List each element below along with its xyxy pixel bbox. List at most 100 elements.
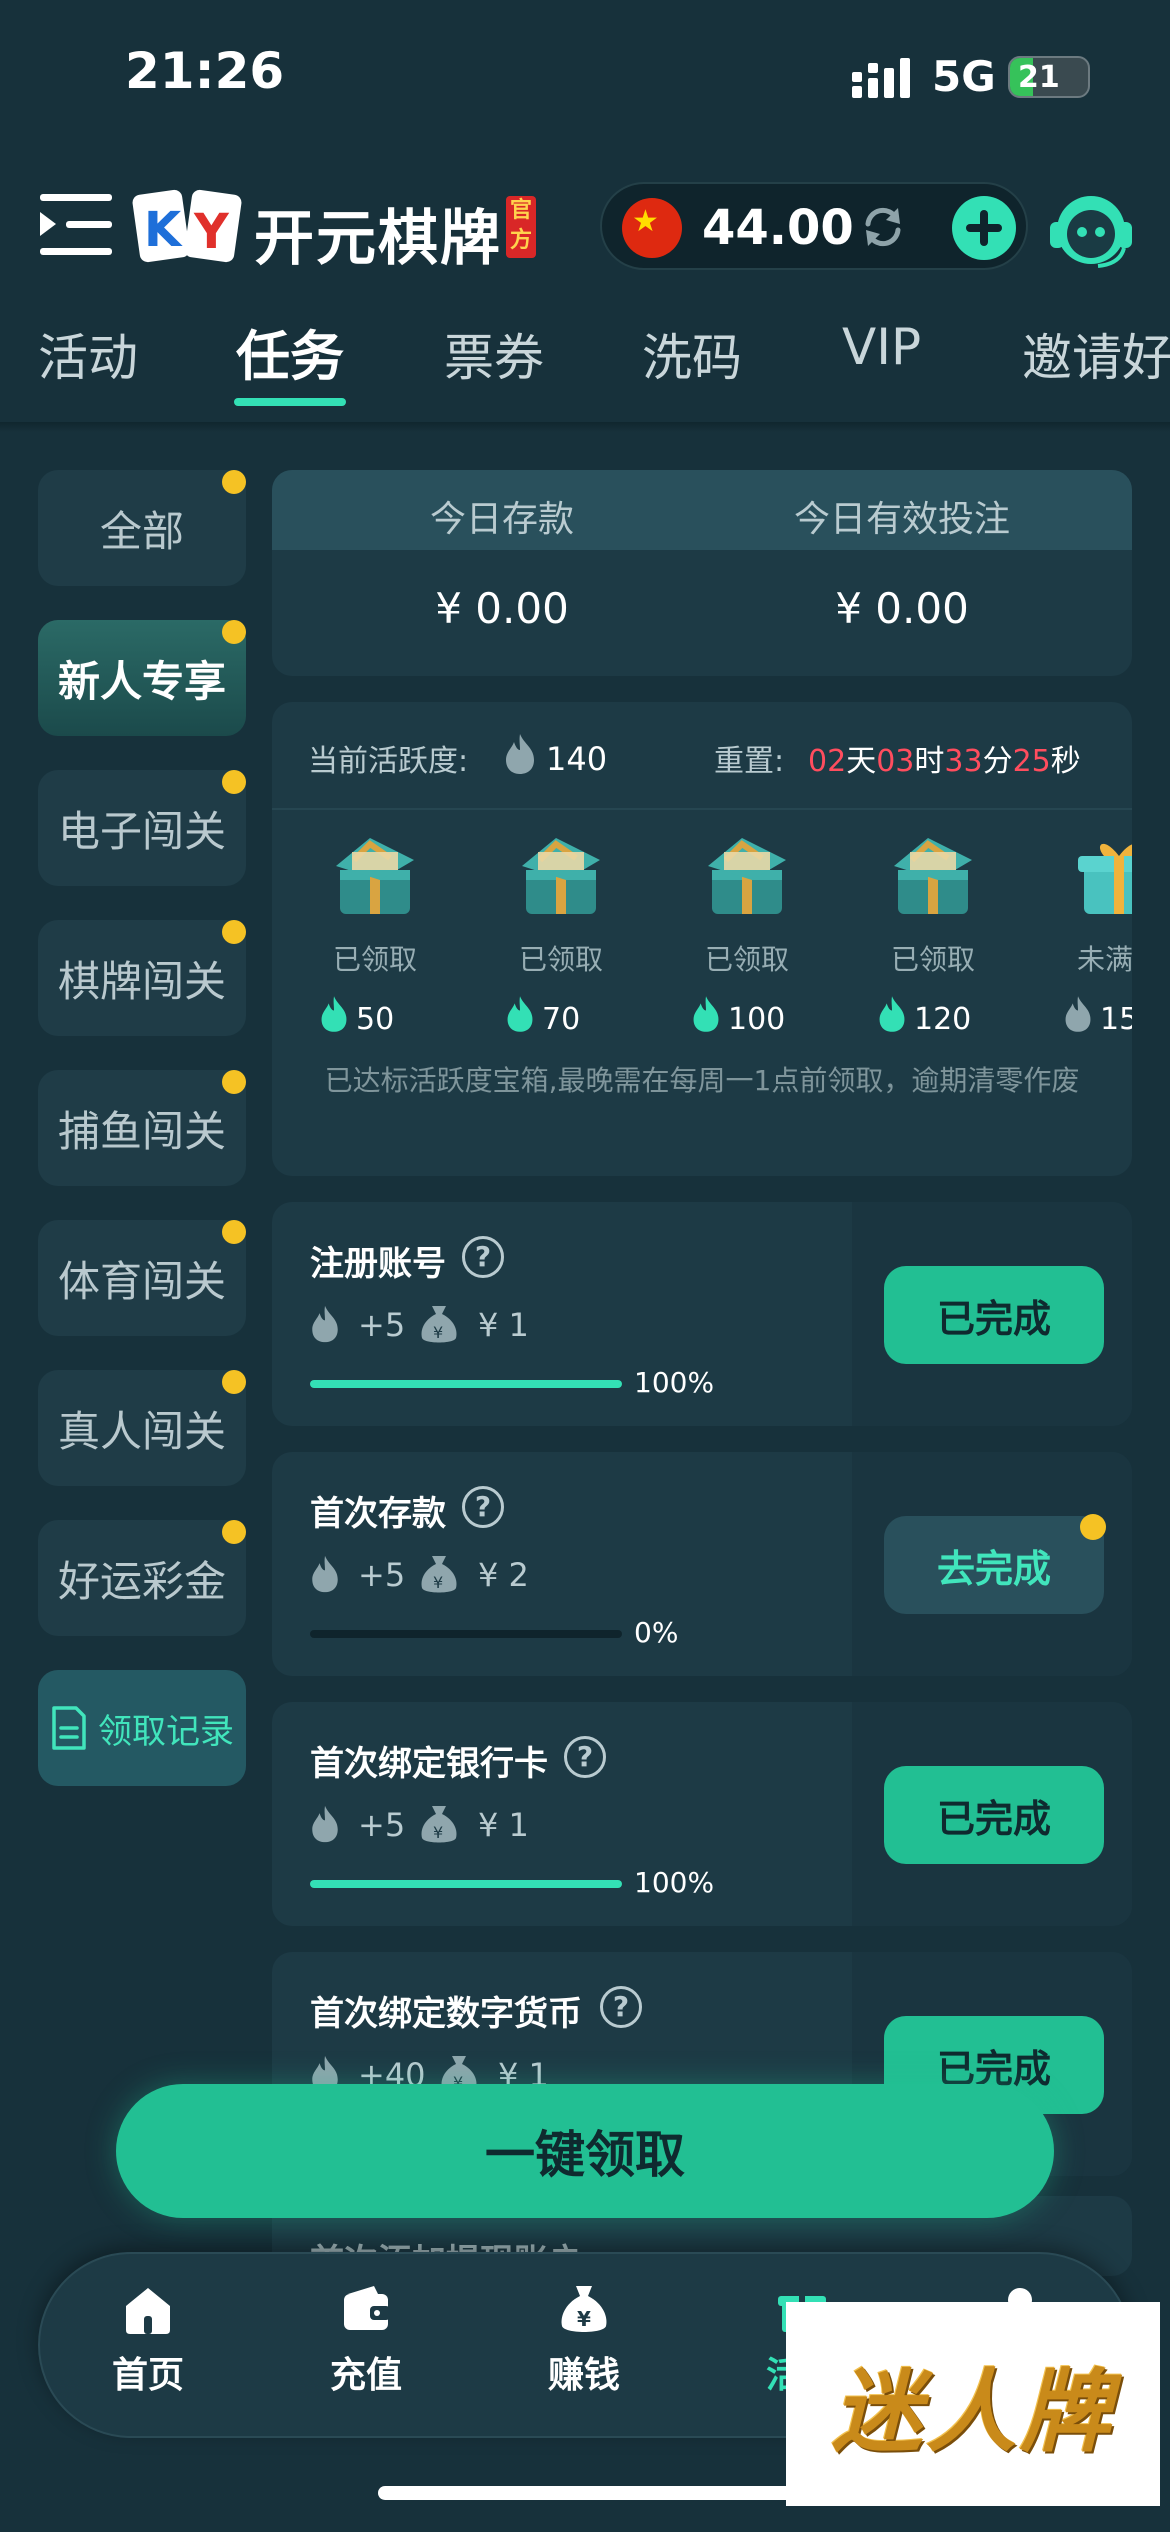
watermark-text: 迷人牌 [832,2360,1114,2465]
activity-card: 当前活跃度: 140 重置: 02天03时33分25秒 已领取 50 已领取 70 已领… [272,702,1132,1176]
task-completed-button[interactable]: 已完成 [884,1266,1104,1364]
progress-percent: 100% [634,1866,715,1899]
tab-rebate[interactable]: 洗码 [642,318,742,390]
nav-home[interactable]: 首页 [78,2284,218,2398]
home-indicator[interactable] [378,2486,794,2500]
reward-cash: ¥ 1 [478,1306,529,1344]
activity-note: 已达标活跃度宝箱,最晚需在每周一1点前领取，逾期清零作废 [324,1064,1080,1097]
help-icon[interactable]: ? [462,1486,504,1528]
countdown-minutes: 33 [944,744,983,779]
ky-logo: K Y [132,189,242,263]
home-icon [126,2288,170,2334]
chest-status: 未满足 [1076,943,1132,976]
category-all[interactable]: 全部 [38,470,246,586]
countdown-hours: 03 [876,744,915,779]
category-lucky-bonus[interactable]: 好运彩金 [38,1520,246,1636]
brand-name: 开元棋牌 [254,204,502,274]
help-icon[interactable]: ? [600,1986,642,2028]
claim-records-label: 领取记录 [98,1711,234,1752]
signal-icon [852,58,910,98]
nav-earn[interactable]: ¥ 赚钱 [514,2284,654,2398]
daily-stats-card: 今日存款 今日有效投注 ¥ 0.00 ¥ 0.00 [272,470,1132,676]
progress-fill [310,1380,622,1388]
chest-status: 已领取 [518,943,603,976]
chest-points: 100 [728,1002,786,1037]
reset-countdown: 02天03时33分25秒 [808,736,1081,780]
reward-points: +5 [358,1806,406,1844]
reward-cash: ¥ 1 [478,1806,529,1844]
tab-tasks[interactable]: 任务 [236,312,344,391]
gift-box-icon[interactable] [1074,830,1132,918]
opened-chest-icon[interactable] [330,830,420,918]
category-sports[interactable]: 体育闯关 [38,1220,246,1336]
battery-icon: 21 [1008,56,1090,98]
progress-percent: 100% [634,1366,715,1399]
notification-dot [222,1220,246,1244]
flame-icon [506,734,534,774]
chest-status: 已领取 [704,943,789,976]
money-bag-icon: ¥ [421,1556,457,1593]
category-label: 电子闯关 [57,806,226,856]
countdown-minutes-unit: 分 [982,744,1013,779]
flame-icon [879,996,905,1032]
nav-label: 首页 [111,2355,184,2396]
activity-value: 140 [546,740,608,778]
flame-icon [312,1305,338,1343]
active-tab-indicator [234,398,346,406]
chest-status: 已领取 [890,943,975,976]
category-slots[interactable]: 电子闯关 [38,770,246,886]
add-funds-button[interactable] [952,196,1016,260]
tab-activity[interactable]: 活动 [38,318,138,390]
countdown-seconds-unit: 秒 [1050,744,1081,779]
svg-text:¥: ¥ [433,1323,443,1342]
claim-records-button[interactable]: 领取记录 [38,1670,246,1786]
category-newcomer[interactable]: 新人专享 [38,620,246,736]
nav-recharge[interactable]: 充值 [296,2284,436,2398]
category-fishing[interactable]: 捕鱼闯关 [38,1070,246,1186]
countdown-hours-unit: 时 [914,744,945,779]
china-flag-icon [622,198,682,258]
wallet-icon [344,2286,390,2330]
help-icon[interactable]: ? [462,1236,504,1278]
flame-icon [1065,996,1091,1032]
claim-all-button[interactable]: 一键领取 [116,2084,1054,2218]
countdown-seconds: 25 [1012,744,1051,779]
progress-percent: 0% [634,1616,679,1649]
chest-points: 50 [356,1002,395,1037]
category-label: 真人闯关 [57,1406,226,1456]
category-cards[interactable]: 棋牌闯关 [38,920,246,1036]
task-go-button[interactable]: 去完成 [884,1514,1106,1614]
flame-icon [693,996,719,1032]
opened-chest-icon[interactable] [516,830,606,918]
tab-vip[interactable]: VIP [842,318,921,376]
notification-dot [222,1370,246,1394]
valid-bet-label: 今日有效投注 [793,499,1010,540]
chest-points: 70 [542,1002,581,1037]
flame-icon [507,996,533,1032]
refresh-icon[interactable] [858,202,908,252]
opened-chest-icon[interactable] [888,830,978,918]
category-label: 好运彩金 [57,1556,226,1606]
help-icon[interactable]: ? [564,1736,606,1778]
progress-bar [310,1630,622,1638]
category-label: 体育闯关 [57,1256,226,1306]
progress-bar [310,1880,622,1888]
customer-service-icon[interactable] [1046,184,1136,274]
task-title: 首次绑定银行卡 [310,1744,548,1784]
tab-invite[interactable]: 邀请好 [1022,318,1170,390]
task-completed-button[interactable]: 已完成 [884,1766,1104,1864]
tab-tickets[interactable]: 票券 [444,318,544,390]
progress-fill [310,1880,622,1888]
flame-icon [321,996,347,1032]
category-live[interactable]: 真人闯关 [38,1370,246,1486]
money-bag-icon: ¥ [561,2286,607,2332]
opened-chest-icon[interactable] [702,830,792,918]
flame-icon [312,1805,338,1843]
task-title: 首次绑定数字货币 [310,1994,582,2034]
menu-icon[interactable] [40,192,112,258]
watermark-logo: 迷人牌 [786,2302,1160,2506]
chest-status: 已领取 [332,943,417,976]
activity-label: 当前活跃度: [308,744,469,779]
network-type: 5G [932,52,996,101]
flame-icon [312,1555,338,1593]
